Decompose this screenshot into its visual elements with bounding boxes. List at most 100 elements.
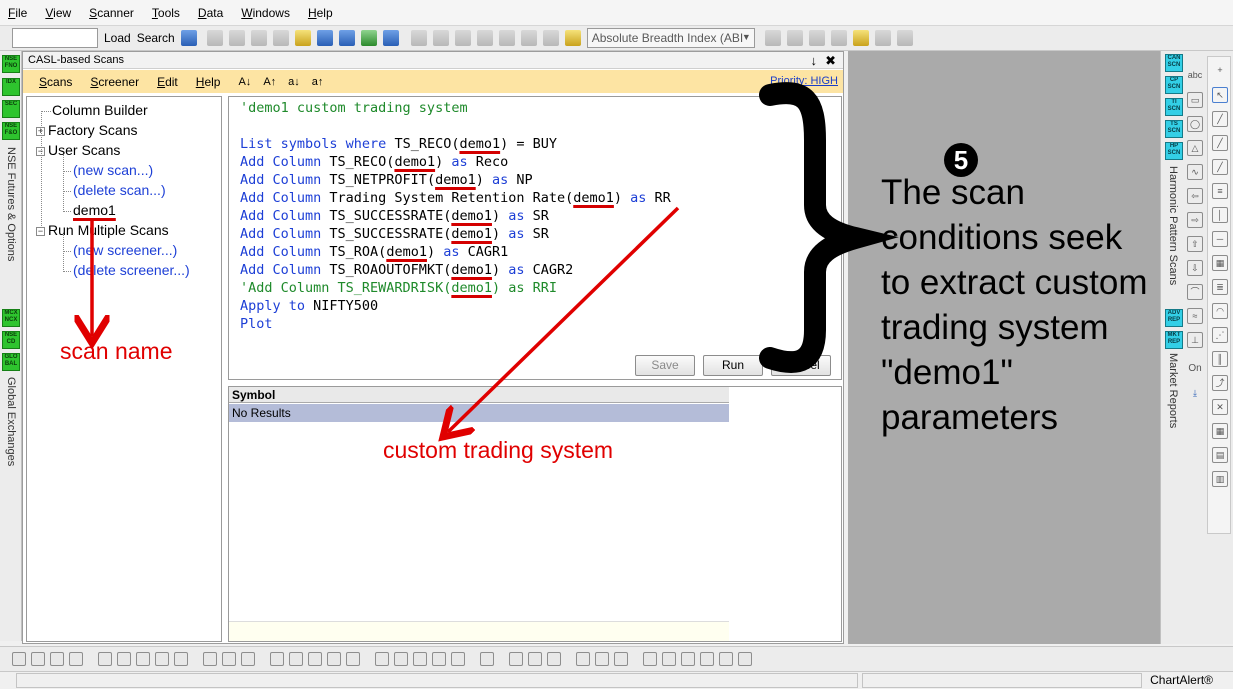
pin-tool-icon[interactable]: ⊥	[1187, 332, 1203, 348]
zoom-icon[interactable]	[681, 652, 695, 666]
tree-delete-screener[interactable]: (delete screener...)	[73, 262, 190, 278]
trendline-icon[interactable]: ╱	[1212, 111, 1228, 127]
adv-rep-button[interactable]: ADV REP	[1165, 309, 1183, 327]
tree-column-builder[interactable]: Column Builder	[52, 102, 148, 118]
cp-scn-button[interactable]: CP SCN	[1165, 76, 1183, 94]
copy-icon[interactable]	[272, 30, 289, 46]
results-header-symbol[interactable]: Symbol	[229, 387, 729, 403]
chart-draw-icon[interactable]	[394, 652, 408, 666]
brush-icon[interactable]: ⌒	[1187, 284, 1203, 300]
menu-windows[interactable]: Windows	[241, 6, 290, 20]
menu-scans[interactable]: Scans	[39, 75, 72, 89]
ladder-icon[interactable]	[432, 652, 446, 666]
scale-icon[interactable]	[12, 652, 26, 666]
kagi-icon[interactable]	[174, 652, 188, 666]
line-icon[interactable]: ╱	[1212, 135, 1228, 151]
point-figure-icon[interactable]	[346, 652, 360, 666]
oi-icon[interactable]	[289, 652, 303, 666]
idx-button[interactable]: IDX	[2, 78, 20, 96]
arrow-right-icon[interactable]: ⇨	[1187, 212, 1203, 228]
fit-icon[interactable]	[643, 652, 657, 666]
trend-icon[interactable]	[874, 30, 891, 46]
arrow-down-icon[interactable]: ⇩	[1187, 260, 1203, 276]
settings-icon[interactable]	[338, 30, 355, 46]
save-button[interactable]: Save	[635, 355, 695, 376]
hp-scn-button[interactable]: HP SCN	[1165, 142, 1183, 160]
tree-demo1[interactable]: demo1	[73, 202, 116, 218]
parallel-icon[interactable]: ≡	[1212, 183, 1228, 199]
ts-scn-button[interactable]: TS SCN	[1165, 120, 1183, 138]
compare-icon[interactable]	[498, 30, 515, 46]
linear-icon[interactable]	[595, 652, 609, 666]
fan-icon[interactable]: ⋰	[1212, 327, 1228, 343]
nse-futures-options-label[interactable]: NSE Futures & Options	[5, 147, 17, 261]
menu-edit[interactable]: Edit	[157, 75, 178, 89]
menu-file[interactable]: File	[8, 6, 27, 20]
tree-new-screener[interactable]: (new screener...)	[73, 242, 177, 258]
hilo-icon[interactable]	[454, 30, 471, 46]
breadth-select[interactable]: Absolute Breadth Index (ABI ▼	[586, 28, 755, 48]
calendar-icon[interactable]: ▥	[1212, 471, 1228, 487]
expand-arrows-icon[interactable]	[662, 652, 676, 666]
font-small-decrease-icon[interactable]: a↓	[288, 76, 300, 88]
mkt-rep-button[interactable]: MKT REP	[1165, 331, 1183, 349]
log-scale-icon[interactable]	[31, 652, 45, 666]
nse-fno-button[interactable]: NSE FNO	[2, 55, 20, 73]
cursor-icon[interactable]: ↖	[1212, 87, 1228, 103]
pin-icon[interactable]: ↓	[811, 52, 818, 69]
grid-toggle-icon[interactable]	[614, 652, 628, 666]
pivot-icon[interactable]	[786, 30, 803, 46]
arc-icon[interactable]: ◠	[1212, 303, 1228, 319]
table-icon[interactable]: ▦	[1212, 423, 1228, 439]
triangle-icon[interactable]: △	[1187, 140, 1203, 156]
chart-type-icon[interactable]	[180, 30, 197, 46]
horizontal-line-icon[interactable]: ─	[1212, 231, 1228, 247]
renko-icon[interactable]	[155, 652, 169, 666]
refresh-icon[interactable]	[738, 652, 752, 666]
candlestick-pattern-icon[interactable]	[808, 30, 825, 46]
inverse-scale-icon[interactable]	[69, 652, 83, 666]
trend-draw-icon[interactable]	[375, 652, 389, 666]
clipboard-icon[interactable]	[528, 652, 542, 666]
market-reports-label[interactable]: Market Reports	[1167, 353, 1179, 428]
nse-fo-button[interactable]: NSE F&O	[2, 122, 20, 140]
preview-icon[interactable]	[250, 30, 267, 46]
collapse-icon[interactable]: −	[36, 147, 45, 156]
zoom-out-icon[interactable]	[700, 652, 714, 666]
cancel-button[interactable]: Cancel	[771, 355, 831, 376]
tree-new-scan[interactable]: (new scan...)	[73, 162, 153, 178]
volume-icon[interactable]	[270, 652, 284, 666]
mcx-ncx-button[interactable]: MCX NCX	[2, 309, 20, 327]
arrow-left-icon[interactable]: ⇦	[1187, 188, 1203, 204]
rectangle-icon[interactable]: ▭	[1187, 92, 1203, 108]
week-hilo-icon[interactable]	[476, 30, 493, 46]
reset-icon[interactable]: ⤓	[1187, 386, 1203, 402]
candle-icon[interactable]	[117, 652, 131, 666]
priority-link[interactable]: Priority: HIGH	[770, 75, 838, 87]
list-icon[interactable]	[509, 652, 523, 666]
results-row[interactable]: No Results	[229, 404, 729, 422]
candles-icon[interactable]	[432, 30, 449, 46]
matrix-icon[interactable]: ▤	[1212, 447, 1228, 463]
split-icon[interactable]	[203, 652, 217, 666]
ti-scn-button[interactable]: TI SCN	[1165, 98, 1183, 116]
fib-icon[interactable]: ≣	[1212, 279, 1228, 295]
indicator-icon[interactable]	[542, 30, 559, 46]
moving-average-icon[interactable]	[520, 30, 537, 46]
font-decrease-icon[interactable]: A↓	[238, 76, 251, 88]
font-small-increase-icon[interactable]: a↑	[312, 76, 324, 88]
percent-scale-icon[interactable]	[50, 652, 64, 666]
menu-view[interactable]: View	[45, 6, 71, 20]
can-scn-button[interactable]: CAN SCN	[1165, 54, 1183, 72]
run-button[interactable]: Run	[703, 355, 763, 376]
pattern-icon[interactable]: ✕	[1212, 399, 1228, 415]
overlay-icon[interactable]	[222, 652, 236, 666]
text-icon[interactable]: abc	[1187, 68, 1203, 84]
ohlc-icon[interactable]	[98, 652, 112, 666]
harmonic-pattern-scans-label[interactable]: Harmonic Pattern Scans	[1167, 166, 1179, 285]
line-style-icon[interactable]	[576, 652, 590, 666]
tools-icon[interactable]	[830, 30, 847, 46]
zoom-window-icon[interactable]	[241, 652, 255, 666]
wave-tool-icon[interactable]: ≈	[1187, 308, 1203, 324]
market-icon[interactable]	[316, 30, 333, 46]
